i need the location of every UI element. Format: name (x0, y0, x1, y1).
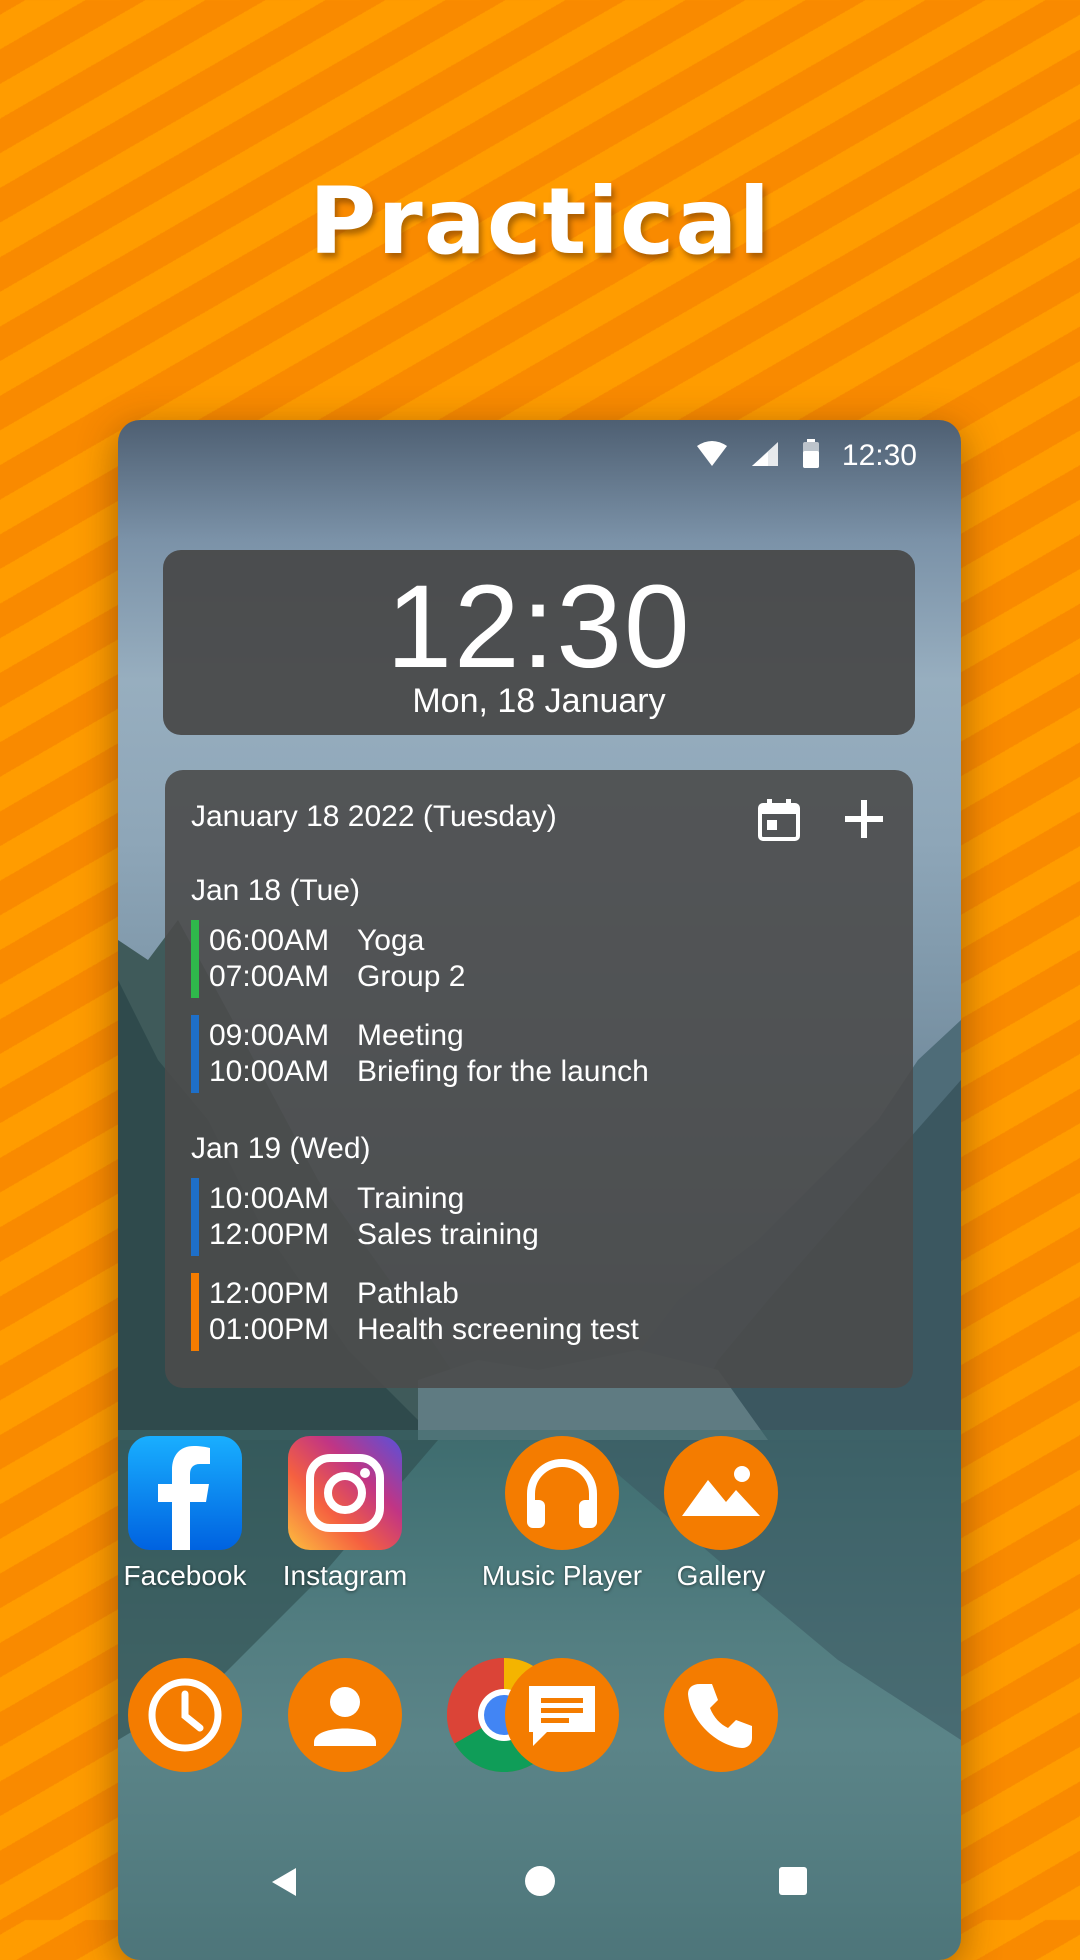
messages-icon (505, 1658, 619, 1772)
signal-icon (750, 440, 780, 472)
event-detail: Health screening test (357, 1313, 639, 1346)
event-start: 06:00AM (209, 924, 330, 957)
app-label: Music Player (481, 1560, 643, 1591)
status-bar: 12:30 (696, 432, 917, 480)
clock-time: 12:30 (386, 561, 692, 693)
event-color-bar (191, 1178, 199, 1256)
event-detail: Group 2 (357, 960, 466, 993)
event-title: Yoga (357, 924, 425, 957)
app-label: Instagram (282, 1560, 408, 1591)
event-color-bar (191, 1015, 199, 1093)
wifi-icon (696, 440, 728, 472)
headphones-icon (505, 1436, 619, 1550)
add-event-icon[interactable] (841, 796, 887, 842)
event-start: 10:00AM (209, 1182, 330, 1215)
app-instagram[interactable]: Instagram (260, 1436, 430, 1592)
dock-clock[interactable] (118, 1658, 270, 1772)
event-end: 01:00PM (209, 1313, 330, 1346)
facebook-icon (128, 1436, 242, 1550)
agenda-widget[interactable]: January 18 2022 (Tuesday) Jan 18 (Tue) 0… (165, 770, 913, 1388)
headline: Practical (308, 168, 772, 275)
event-end: 07:00AM (209, 960, 330, 993)
status-time: 12:30 (841, 439, 917, 472)
calendar-icon[interactable] (757, 798, 801, 842)
event-start: 09:00AM (209, 1019, 330, 1052)
day-label: Jan 18 (Tue) (191, 874, 360, 907)
event-end: 10:00AM (209, 1055, 330, 1088)
battery-icon (802, 439, 820, 473)
app-facebook[interactable]: Facebook (118, 1436, 270, 1592)
instagram-icon (288, 1436, 402, 1550)
agenda-date-header: January 18 2022 (Tuesday) (191, 800, 557, 833)
dock (118, 1658, 961, 1828)
clock-icon (128, 1658, 242, 1772)
event-title: Pathlab (357, 1277, 459, 1310)
event-end: 12:00PM (209, 1218, 330, 1251)
dock-messages[interactable] (477, 1658, 647, 1772)
back-icon[interactable] (270, 1866, 298, 1902)
phone-screen: 12:30 12:30 Mon, 18 January January 18 2… (118, 420, 961, 1960)
clock-widget[interactable]: 12:30 Mon, 18 January (163, 550, 915, 735)
clock-date: Mon, 18 January (412, 682, 666, 720)
day-label: Jan 19 (Wed) (191, 1132, 371, 1165)
app-music-player[interactable]: Music Player (477, 1436, 647, 1592)
app-label: Facebook (123, 1560, 247, 1591)
app-label: Gallery (676, 1560, 766, 1591)
recents-icon[interactable] (778, 1866, 808, 1900)
event-start: 12:00PM (209, 1277, 330, 1310)
image-icon (664, 1436, 778, 1550)
event-title: Meeting (357, 1019, 464, 1052)
navigation-bar (118, 1840, 961, 1920)
home-icon[interactable] (524, 1865, 556, 1901)
event-detail: Sales training (357, 1218, 539, 1251)
app-gallery[interactable]: Gallery (636, 1436, 806, 1592)
event-color-bar (191, 920, 199, 998)
app-row: Facebook Instagram Music Player Gallery (118, 1436, 961, 1606)
event-detail: Briefing for the launch (357, 1055, 649, 1088)
dock-phone[interactable] (636, 1658, 806, 1772)
event-title: Training (357, 1182, 465, 1215)
event-color-bar (191, 1273, 199, 1351)
contacts-icon (288, 1658, 402, 1772)
phone-icon (664, 1658, 778, 1772)
dock-contacts[interactable] (260, 1658, 430, 1772)
